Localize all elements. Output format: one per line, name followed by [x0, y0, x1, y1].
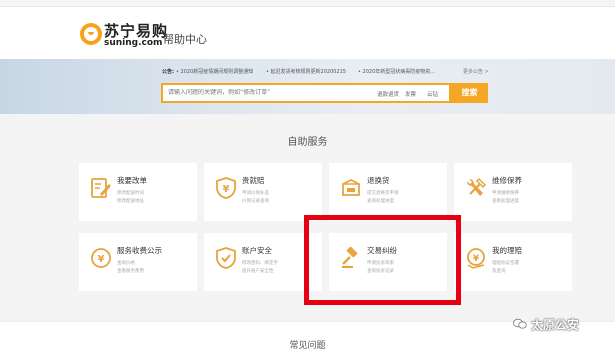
notice-item[interactable]: • 延迟发货考核规则更新20200215: [266, 68, 346, 75]
page-title: 帮助中心: [163, 33, 207, 46]
card-desc: 申请价保补差: [242, 191, 269, 196]
account-shield-icon: [216, 247, 236, 269]
svg-text:¥: ¥: [473, 254, 480, 264]
card-title: 贵就赔: [242, 176, 265, 185]
card-desc: 提交退换货申请: [367, 191, 399, 196]
card-desc: 申请维修保养: [492, 191, 519, 196]
card-title: 我的理赔: [492, 246, 522, 255]
service-card-claims[interactable]: ¥ 我的理赔 理赔协议签署 及查询: [454, 233, 572, 291]
card-desc: 价保记录查询: [242, 199, 269, 204]
card-desc: 查看处理进度: [492, 199, 519, 204]
claim-money-icon: ¥: [467, 248, 485, 269]
more-notice-link[interactable]: 更多公告 >: [463, 68, 489, 75]
site-header: 苏宁易购 suning.com 帮助中心: [0, 7, 615, 59]
edit-order-icon: [91, 178, 111, 198]
notice-label: 公告:: [162, 69, 174, 75]
faq-heading: 常见问题: [289, 341, 326, 351]
search-box: 退款退货 发票 云钻: [161, 83, 451, 103]
notice-item[interactable]: • 2020新冠疫情期间规则调整通知: [176, 68, 253, 75]
search-banner: 公告: • 2020新冠疫情期间规则调整通知 • 延迟发货考核规则更新20200…: [0, 59, 615, 114]
price-protect-icon: ¥: [216, 177, 236, 199]
service-card-fees[interactable]: ¥ 服务收费公示 查询价格 查看服务费用: [79, 233, 197, 291]
service-card-repair[interactable]: 维修保养 申请维修保养 查看处理进度: [454, 163, 572, 221]
service-card-edit-order[interactable]: 我要改单 修改配送时间 修改配送地址: [79, 163, 197, 221]
card-desc: 及查询: [492, 269, 506, 274]
service-card-price-protect[interactable]: ¥ 贵就赔 申请价保补差 价保记录查询: [204, 163, 322, 221]
card-desc: 查询处理进度: [367, 199, 394, 204]
card-desc: 查看服务费用: [117, 269, 144, 274]
service-fee-icon: ¥: [91, 248, 111, 268]
search-button[interactable]: 搜索: [451, 83, 488, 103]
chat-bubble-icon: [513, 318, 527, 329]
service-card-return[interactable]: 退换货 提交退换货申请 查询处理进度: [329, 163, 447, 221]
search-tag[interactable]: 退款退货: [377, 90, 399, 98]
notice-item[interactable]: • 2020年新型冠状病毒防疫物资...: [358, 68, 435, 75]
card-title: 维修保养: [492, 176, 522, 185]
watermark: 太原公安: [513, 315, 613, 335]
card-desc: 提升账户安全性: [242, 269, 274, 274]
svg-text:¥: ¥: [98, 254, 105, 265]
search-tag[interactable]: 云钻: [427, 90, 438, 98]
card-title: 我要改单: [117, 176, 147, 185]
return-box-icon: [342, 178, 360, 196]
watermark-text: 太原公安: [531, 318, 580, 332]
lion-logo-icon[interactable]: [80, 23, 102, 45]
card-title: 账户安全: [242, 246, 272, 255]
notice-bar: 公告: • 2020新冠疫情期间规则调整通知 • 延迟发货考核规则更新20200…: [162, 68, 492, 78]
search-input[interactable]: [168, 89, 368, 96]
search-tag[interactable]: 发票: [405, 90, 416, 98]
card-title: 退换货: [367, 176, 390, 185]
svg-text:¥: ¥: [223, 184, 230, 195]
card-desc: 修改配送地址: [117, 199, 144, 204]
top-utility-bar: [0, 0, 615, 7]
repair-tools-icon: [467, 177, 487, 196]
highlight-box: [304, 215, 461, 305]
card-desc: 修改配送时间: [117, 191, 144, 196]
card-desc: 理赔协议签署: [492, 261, 519, 266]
card-desc: 修改密码、绑定手: [242, 261, 278, 266]
card-desc: 查询价格: [117, 261, 135, 266]
self-service-heading: 自助服务: [287, 137, 328, 148]
card-title: 服务收费公示: [117, 246, 162, 255]
logo-domain[interactable]: suning.com: [104, 38, 162, 48]
